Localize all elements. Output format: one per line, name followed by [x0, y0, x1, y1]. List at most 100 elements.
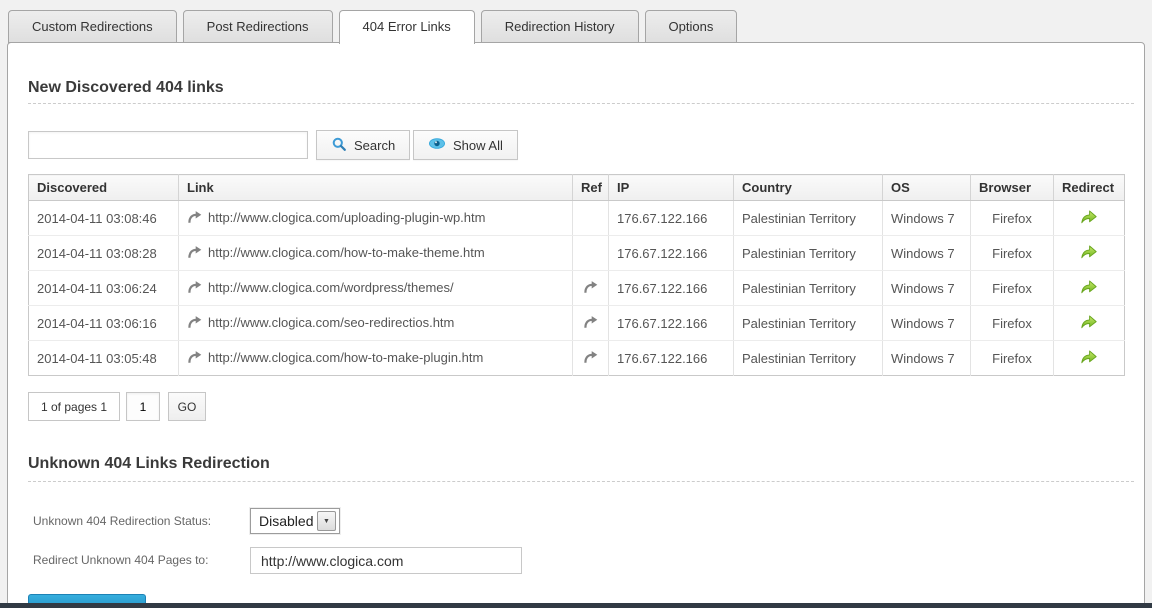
cell-os: Windows 7 — [883, 271, 971, 306]
plugin-admin-screen: Custom Redirections Post Redirections 40… — [0, 0, 1152, 608]
link-url: http://www.clogica.com/wordpress/themes/ — [208, 280, 454, 295]
table-row: 2014-04-11 03:08:46 http://www.clogica.c… — [29, 201, 1125, 236]
tab-label: Post Redirections — [207, 19, 309, 34]
cell-browser: Firefox — [971, 236, 1054, 271]
green-forward-arrow-icon[interactable] — [1080, 279, 1098, 297]
magnifier-icon — [331, 136, 347, 155]
tab-redirection-history[interactable]: Redirection History — [481, 10, 639, 43]
cell-browser: Firefox — [971, 201, 1054, 236]
green-forward-arrow-icon[interactable] — [1080, 209, 1098, 227]
curved-arrow-icon — [583, 280, 598, 297]
cell-ref — [573, 236, 609, 271]
cell-discovered: 2014-04-11 03:08:46 — [29, 201, 179, 236]
cell-ip: 176.67.122.166 — [609, 341, 734, 376]
link-url: http://www.clogica.com/how-to-make-plugi… — [208, 350, 483, 365]
curved-arrow-icon — [583, 315, 598, 332]
cell-redirect — [1054, 201, 1125, 236]
page-number-input[interactable] — [126, 392, 160, 421]
cell-ip: 176.67.122.166 — [609, 306, 734, 341]
go-button[interactable]: GO — [168, 392, 206, 421]
tab-label: Redirection History — [505, 19, 615, 34]
cell-country: Palestinian Territory — [734, 201, 883, 236]
column-header-discovered: Discovered — [29, 175, 179, 201]
redirect-target-label: Redirect Unknown 404 Pages to: — [33, 553, 208, 567]
cell-ip: 176.67.122.166 — [609, 236, 734, 271]
cell-redirect — [1054, 236, 1125, 271]
tab-custom-redirections[interactable]: Custom Redirections — [8, 10, 177, 43]
cell-ip: 176.67.122.166 — [609, 271, 734, 306]
cell-os: Windows 7 — [883, 341, 971, 376]
curved-arrow-icon — [187, 245, 202, 262]
unknown-section-heading: Unknown 404 Links Redirection — [28, 455, 270, 473]
pagination-summary: 1 of pages 1 — [28, 392, 120, 421]
curved-arrow-icon — [187, 315, 202, 332]
cell-redirect — [1054, 271, 1125, 306]
cell-discovered: 2014-04-11 03:06:16 — [29, 306, 179, 341]
tab-404-error-links[interactable]: 404 Error Links — [339, 10, 475, 44]
cell-link: http://www.clogica.com/seo-redirectios.h… — [179, 306, 573, 341]
column-header-os: OS — [883, 175, 971, 201]
tab-label: Options — [669, 19, 714, 34]
column-header-ip: IP — [609, 175, 734, 201]
cell-discovered: 2014-04-11 03:05:48 — [29, 341, 179, 376]
search-button[interactable]: Search — [316, 130, 410, 160]
show-all-button[interactable]: Show All — [413, 130, 518, 160]
curved-arrow-icon — [187, 350, 202, 367]
redirection-status-label: Unknown 404 Redirection Status: — [33, 514, 211, 528]
green-forward-arrow-icon[interactable] — [1080, 349, 1098, 367]
cell-ref — [573, 341, 609, 376]
404-error-links-panel: New Discovered 404 links Search — [7, 42, 1145, 608]
cell-browser: Firefox — [971, 271, 1054, 306]
curved-arrow-icon — [187, 210, 202, 227]
cell-ref — [573, 201, 609, 236]
cell-browser: Firefox — [971, 306, 1054, 341]
tab-label: 404 Error Links — [363, 19, 451, 34]
cell-country: Palestinian Territory — [734, 236, 883, 271]
cell-country: Palestinian Territory — [734, 271, 883, 306]
cell-os: Windows 7 — [883, 236, 971, 271]
redirection-status-value: Disabled — [251, 513, 313, 529]
cell-browser: Firefox — [971, 341, 1054, 376]
redirection-status-select[interactable]: Disabled ▼ — [250, 508, 340, 534]
bottom-dark-bar — [0, 603, 1152, 608]
cell-redirect — [1054, 306, 1125, 341]
cell-os: Windows 7 — [883, 201, 971, 236]
section-divider — [28, 103, 1134, 104]
table-header-row: DiscoveredLinkRefIPCountryOSBrowserRedir… — [29, 175, 1125, 201]
section-divider — [28, 481, 1134, 482]
link-url: http://www.clogica.com/seo-redirectios.h… — [208, 315, 454, 330]
cell-discovered: 2014-04-11 03:06:24 — [29, 271, 179, 306]
show-all-button-label: Show All — [453, 138, 503, 153]
table-row: 2014-04-11 03:06:16 http://www.clogica.c… — [29, 306, 1125, 341]
discovered-404-table: DiscoveredLinkRefIPCountryOSBrowserRedir… — [28, 174, 1125, 376]
cell-ref — [573, 306, 609, 341]
cell-redirect — [1054, 341, 1125, 376]
cell-link: http://www.clogica.com/uploading-plugin-… — [179, 201, 573, 236]
redirect-target-input[interactable] — [250, 547, 522, 574]
table-row: 2014-04-11 03:05:48 http://www.clogica.c… — [29, 341, 1125, 376]
eye-icon — [428, 137, 446, 153]
tab-bar: Custom Redirections Post Redirections 40… — [8, 10, 737, 44]
curved-arrow-icon — [187, 280, 202, 297]
search-input[interactable] — [28, 131, 308, 159]
curved-arrow-icon — [583, 350, 598, 367]
column-header-redirect: Redirect — [1054, 175, 1125, 201]
tab-options[interactable]: Options — [645, 10, 738, 43]
cell-ip: 176.67.122.166 — [609, 201, 734, 236]
column-header-link: Link — [179, 175, 573, 201]
cell-country: Palestinian Territory — [734, 341, 883, 376]
cell-link: http://www.clogica.com/wordpress/themes/ — [179, 271, 573, 306]
cell-os: Windows 7 — [883, 306, 971, 341]
cell-link: http://www.clogica.com/how-to-make-theme… — [179, 236, 573, 271]
link-url: http://www.clogica.com/uploading-plugin-… — [208, 210, 485, 225]
column-header-country: Country — [734, 175, 883, 201]
search-button-label: Search — [354, 138, 395, 153]
green-forward-arrow-icon[interactable] — [1080, 244, 1098, 262]
tab-label: Custom Redirections — [32, 19, 153, 34]
tab-post-redirections[interactable]: Post Redirections — [183, 10, 333, 43]
discovered-section-heading: New Discovered 404 links — [28, 79, 224, 97]
link-url: http://www.clogica.com/how-to-make-theme… — [208, 245, 485, 260]
dropdown-arrow-icon: ▼ — [317, 511, 336, 531]
green-forward-arrow-icon[interactable] — [1080, 314, 1098, 332]
column-header-ref: Ref — [573, 175, 609, 201]
